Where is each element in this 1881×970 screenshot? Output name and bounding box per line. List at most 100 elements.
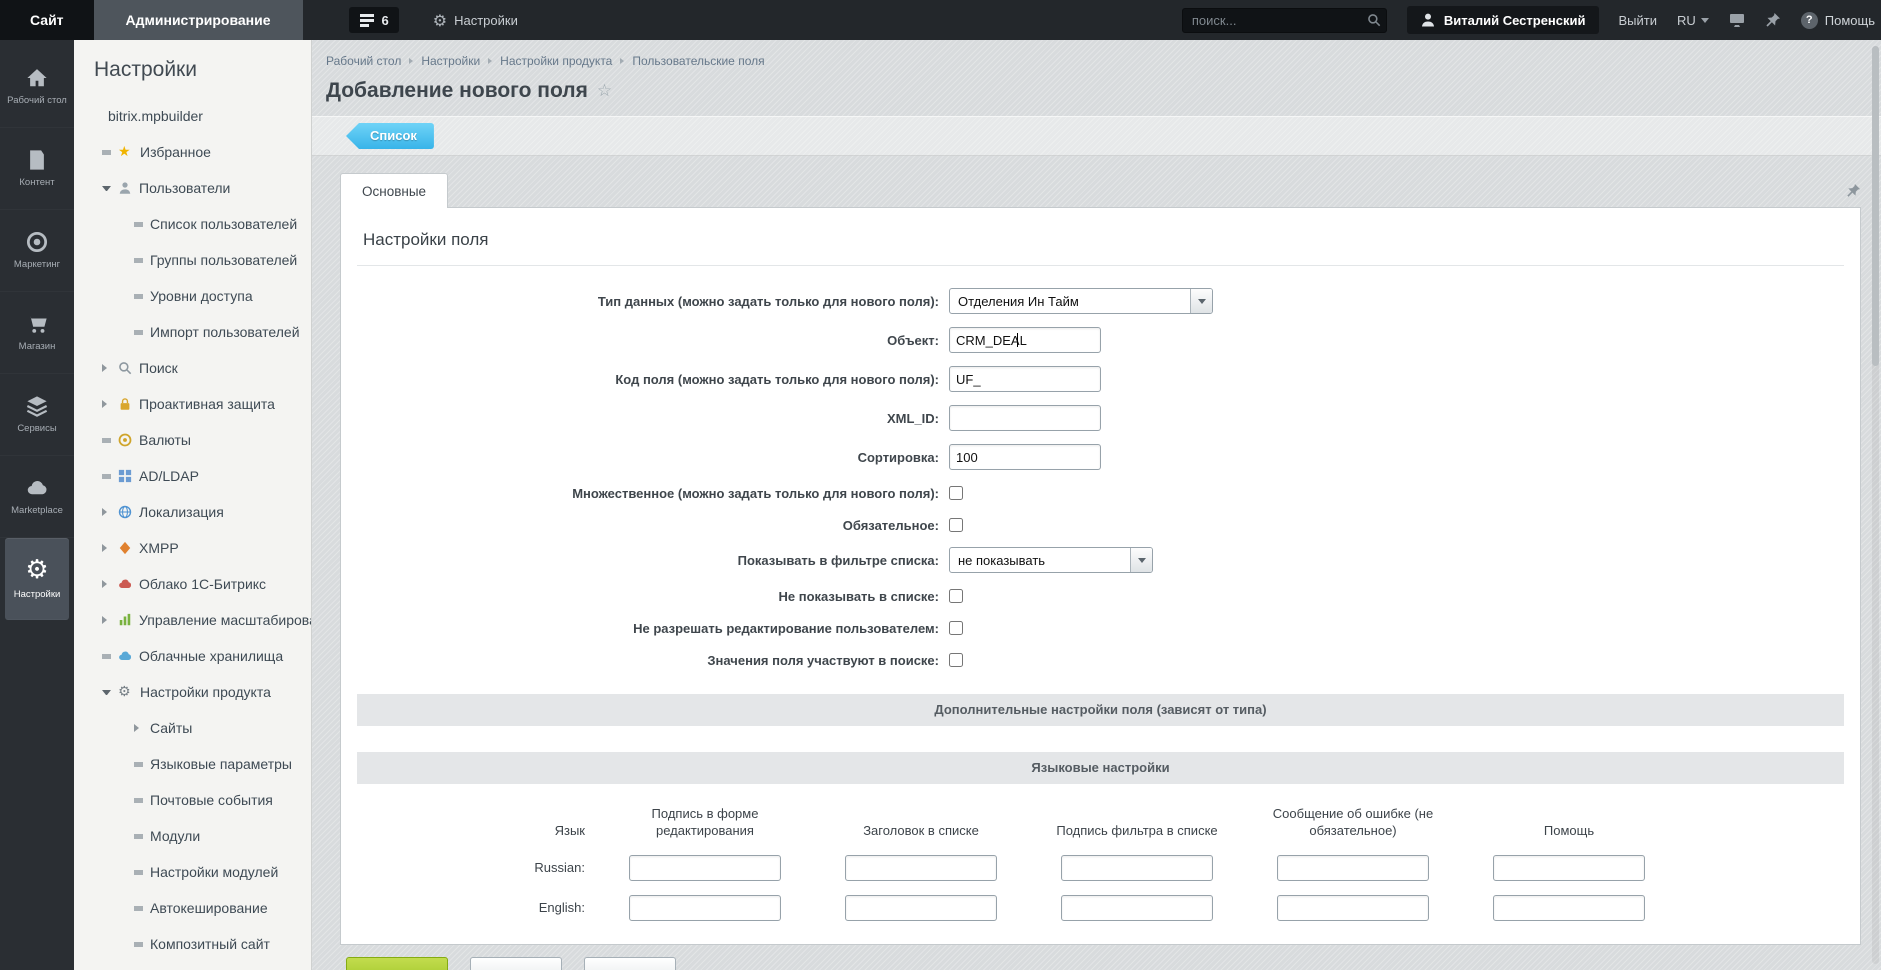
form-panel: Настройки поля Тип данных (можно задать … <box>340 207 1861 945</box>
sidebar-item-user-list[interactable]: Список пользователей <box>74 206 311 242</box>
bullet-marker <box>134 761 143 767</box>
sidebar-item-cloud-storage[interactable]: Облачные хранилища <box>74 638 311 674</box>
favorite-star-icon[interactable]: ☆ <box>597 81 612 101</box>
rail-item-settings[interactable]: ⚙ Настройки <box>5 538 69 620</box>
row-label: Russian: <box>534 860 585 876</box>
cancel-button[interactable] <box>584 956 676 970</box>
ru-edit-caption-input[interactable] <box>629 854 781 881</box>
notifications-button[interactable]: 6 <box>348 7 399 33</box>
rail-item-marketplace[interactable]: Marketplace <box>0 456 74 538</box>
sidebar-item-modules[interactable]: Модули <box>74 818 311 854</box>
user-icon <box>1420 12 1436 28</box>
list-button[interactable]: Список <box>346 123 434 149</box>
icon-rail: Рабочий стол Контент Маркетинг Магазин С… <box>0 40 74 970</box>
rail-item-shop[interactable]: Магазин <box>0 292 74 374</box>
chart-icon <box>118 613 132 627</box>
grid-icon <box>118 469 132 483</box>
sidebar-item-cloud-1c[interactable]: Облако 1С-Битрикс <box>74 566 311 602</box>
field-code-input[interactable] <box>949 366 1101 392</box>
sidebar-item-label: Импорт пользователей <box>150 324 300 340</box>
sidebar-item-users[interactable]: Пользователи <box>74 170 311 206</box>
site-tab[interactable]: Сайт <box>0 0 94 40</box>
rail-item-desktop[interactable]: Рабочий стол <box>0 46 74 128</box>
sidebar-item-autocache[interactable]: Автокеширование <box>74 890 311 926</box>
bullet-marker <box>134 329 143 335</box>
breadcrumb-link[interactable]: Настройки <box>421 54 480 68</box>
user-menu[interactable]: Виталий Сестренский <box>1406 6 1599 34</box>
multiple-checkbox[interactable] <box>949 486 963 500</box>
sidebar-item-proactive-protection[interactable]: Проактивная защита <box>74 386 311 422</box>
tab-main[interactable]: Основные <box>340 173 449 208</box>
required-checkbox[interactable] <box>949 518 963 532</box>
logout-link[interactable]: Выйти <box>1619 13 1658 28</box>
bullet-marker <box>134 941 143 947</box>
sidebar-item-user-import[interactable]: Импорт пользователей <box>74 314 311 350</box>
data-type-select[interactable]: Отделения Ин Тайм <box>949 288 1213 314</box>
select-dropdown-button[interactable] <box>1190 289 1212 313</box>
save-button[interactable] <box>346 956 448 970</box>
sidebar-item-scaling[interactable]: Управление масштабирован <box>74 602 311 638</box>
object-input[interactable] <box>949 327 1101 353</box>
field-label: Значения поля участвуют в поиске: <box>707 652 939 668</box>
searchable-checkbox[interactable] <box>949 653 963 667</box>
ru-help-input[interactable] <box>1493 854 1645 881</box>
language-settings-table: Язык Подпись в форме редактирования Заго… <box>497 806 1677 928</box>
object-field-wrap <box>949 327 1101 353</box>
sidebar-item-xmpp[interactable]: XMPP <box>74 530 311 566</box>
rail-item-services[interactable]: Сервисы <box>0 374 74 456</box>
rail-item-marketing[interactable]: Маркетинг <box>0 210 74 292</box>
sidebar-item-currencies[interactable]: Валюты <box>74 422 311 458</box>
pin-icon[interactable] <box>1765 12 1781 28</box>
breadcrumb-link[interactable]: Настройки продукта <box>500 54 612 68</box>
scrollbar-thumb[interactable] <box>1872 46 1879 366</box>
main-content: Рабочий стол Настройки Настройки продукт… <box>312 40 1881 970</box>
en-edit-caption-input[interactable] <box>629 894 781 921</box>
filter-show-select[interactable]: не показывать <box>949 547 1153 573</box>
sidebar-item-sites[interactable]: Сайты <box>74 710 311 746</box>
form-row: Множественное (можно задать только для н… <box>357 483 1844 503</box>
form-row: Объект: <box>357 327 1844 353</box>
search-input[interactable] <box>1181 7 1387 33</box>
rail-item-content[interactable]: Контент <box>0 128 74 210</box>
topbar-settings-button[interactable]: ⚙ Настройки <box>433 11 518 30</box>
ru-list-header-input[interactable] <box>845 854 997 881</box>
sidebar-item-favorites[interactable]: ★ Избранное <box>74 134 311 170</box>
help-button[interactable]: ? Помощь <box>1800 11 1875 29</box>
breadcrumb-link[interactable]: Рабочий стол <box>326 54 401 68</box>
sidebar-item-mail-events[interactable]: Почтовые события <box>74 782 311 818</box>
no-user-edit-checkbox[interactable] <box>949 621 963 635</box>
xml-id-input[interactable] <box>949 405 1101 431</box>
en-list-header-input[interactable] <box>845 894 997 921</box>
ru-filter-caption-input[interactable] <box>1061 854 1213 881</box>
sidebar-item-search[interactable]: Поиск <box>74 350 311 386</box>
sidebar-item-adldap[interactable]: AD/LDAP <box>74 458 311 494</box>
language-selector[interactable]: RU <box>1677 13 1709 28</box>
ru-error-message-input[interactable] <box>1277 854 1429 881</box>
sidebar-item-label: Композитный сайт <box>150 936 270 952</box>
sidebar-item-module-settings[interactable]: Настройки модулей <box>74 854 311 890</box>
sidebar-item-mpbuilder[interactable]: bitrix.mpbuilder <box>74 98 311 134</box>
pin-icon[interactable] <box>1846 183 1861 198</box>
admin-tab[interactable]: Администрирование <box>93 0 303 40</box>
hide-in-list-checkbox[interactable] <box>949 589 963 603</box>
field-label: Показывать в фильтре списка: <box>737 552 939 568</box>
coin-icon <box>118 433 132 447</box>
monitor-icon[interactable] <box>1729 12 1745 28</box>
sidebar-item-composite-site[interactable]: Композитный сайт <box>74 926 311 962</box>
sidebar-item-language-params[interactable]: Языковые параметры <box>74 746 311 782</box>
apply-button[interactable] <box>470 956 562 970</box>
sidebar-item-user-groups[interactable]: Группы пользователей <box>74 242 311 278</box>
sidebar-item-product-settings[interactable]: ⚙ Настройки продукта <box>74 674 311 710</box>
search-icon[interactable] <box>1367 13 1381 27</box>
breadcrumb-current[interactable]: Пользовательские поля <box>632 54 764 68</box>
en-filter-caption-input[interactable] <box>1061 894 1213 921</box>
en-error-message-input[interactable] <box>1277 894 1429 921</box>
sidebar-item-access-levels[interactable]: Уровни доступа <box>74 278 311 314</box>
help-label: Помощь <box>1824 12 1875 28</box>
scrollbar[interactable] <box>1872 46 1879 964</box>
select-dropdown-button[interactable] <box>1130 548 1152 572</box>
sidebar-item-label: Настройки модулей <box>150 864 279 880</box>
sort-input[interactable] <box>949 444 1101 470</box>
en-help-input[interactable] <box>1493 894 1645 921</box>
sidebar-item-localization[interactable]: Локализация <box>74 494 311 530</box>
